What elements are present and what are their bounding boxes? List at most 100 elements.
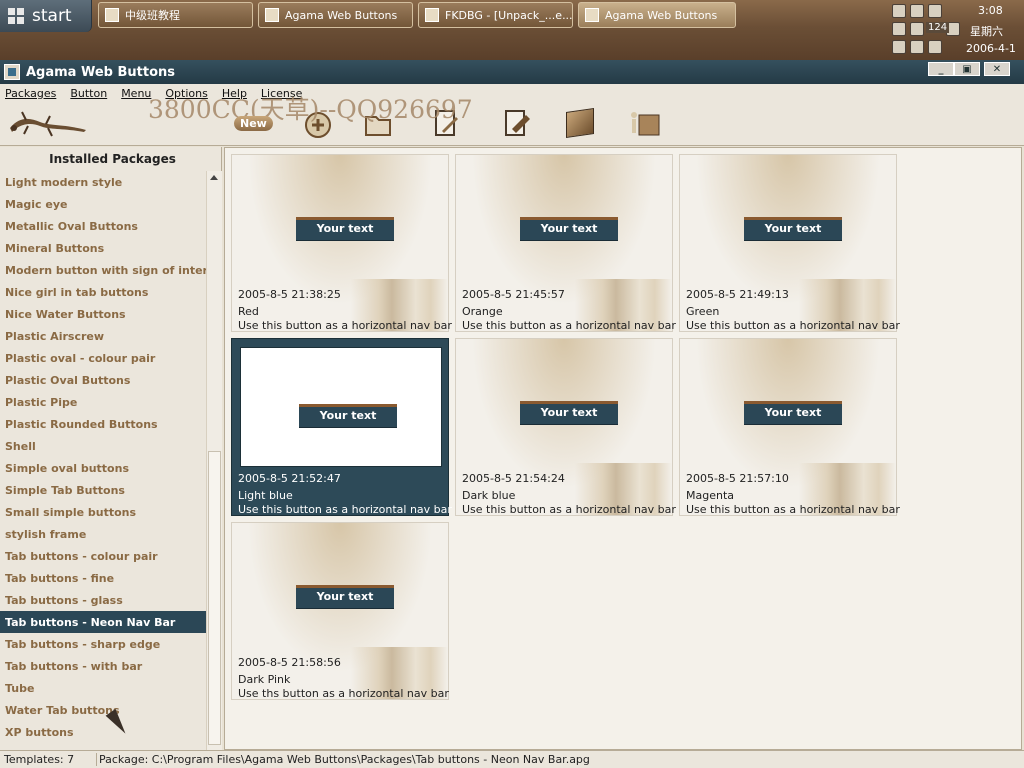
template-description: Use this button as a horizontal nav bar [462,319,676,332]
template-card[interactable]: Your text 2005-8-5 21:38:25 Red Use this bu… [231,154,452,332]
info-icon [631,112,660,136]
template-card[interactable]: Your text 2005-8-5 21:52:47 Light blue Use … [231,338,452,516]
package-list-item[interactable]: Tab buttons - Neon Nav Bar [0,611,206,633]
template-date: 2005-8-5 21:49:13 [686,288,789,301]
template-preview: Your text [238,529,442,647]
taskbar-item-agama-1[interactable]: Agama Web Buttons [258,2,413,28]
package-list-item[interactable]: stylish frame [0,523,206,545]
package-list-item[interactable]: Tab buttons - sharp edge [0,633,206,655]
package-list-item[interactable]: Metallic Oval Buttons [0,215,206,237]
window-title: Agama Web Buttons [26,64,176,80]
package-list-scrollbar[interactable] [206,171,222,750]
package-list-item[interactable]: Magic eye [0,193,206,215]
package-list-item[interactable]: Tab buttons - fine [0,567,206,589]
template-count: Templates: 7 [4,753,75,766]
package-list-item[interactable]: Plastic oval - colour pair [0,347,206,369]
volume-icon[interactable] [910,4,924,18]
taskbar-item-label: 中级班教程 [125,9,180,22]
taskbar-item-tutorial[interactable]: 中级班教程 [98,2,253,28]
panel-title: Installed Packages [49,152,176,166]
package-list-item[interactable]: Plastic Rounded Buttons [0,413,206,435]
package-list-item[interactable]: Shell [0,435,206,457]
package-list-item[interactable]: Light modern style [0,171,206,193]
toolbar-button-info[interactable] [626,106,662,140]
package-list-item[interactable]: Small simple buttons [0,501,206,523]
package-list-item[interactable]: Tab buttons - glass [0,589,206,611]
preview-button: Your text [299,404,397,428]
template-card[interactable]: Your text 2005-8-5 21:49:13 Green Use this … [679,154,900,332]
scrollbar-thumb[interactable] [208,451,221,745]
close-icon: ✕ [992,63,1002,75]
toolbar-button-package[interactable] [562,106,598,140]
window-titlebar: Agama Web Buttons [0,60,1024,84]
display-icon[interactable] [910,40,924,54]
template-description: Use ths button as a horizontal nav bar [238,687,449,700]
template-description: Use this button as a horizontal nav bar [686,319,900,332]
maximize-button[interactable]: ▣ [954,62,980,76]
status-bar: Templates: 7 Package: C:\Program Files\A… [0,750,1024,768]
security-icon[interactable] [928,4,942,18]
taskbar-item-label: Agama Web Buttons [285,8,398,22]
template-date: 2005-8-5 21:54:24 [462,472,565,485]
start-button[interactable]: start [0,0,92,32]
clock-date: 2006-4-1 [966,42,1016,55]
template-description: Use this button as a horizontal nav bar [686,503,900,516]
network-icon[interactable] [892,4,906,18]
package-list-item[interactable]: Plastic Airscrew [0,325,206,347]
package-list-item[interactable]: Tab buttons - colour pair [0,545,206,567]
package-list-item[interactable]: Modern button with sign of interrogation [0,259,206,281]
shield-icon[interactable] [928,40,942,54]
toolbar-button-properties[interactable] [498,106,534,140]
monitor-icon[interactable] [892,22,906,36]
minimize-icon: _ [938,63,944,75]
package-list-item[interactable]: Tube [0,677,206,699]
menu-button[interactable]: Button [70,87,113,100]
minimize-button[interactable]: _ [928,62,954,76]
windows-logo-icon [8,8,24,24]
package-list-item[interactable]: Plastic Oval Buttons [0,369,206,391]
template-card[interactable]: Your text 2005-8-5 21:45:57 Orange Use this… [455,154,676,332]
preview-button: Your text [296,585,394,609]
package-list-item[interactable]: XP buttons [0,721,206,743]
package-list-item[interactable]: Simple Tab Buttons [0,479,206,501]
tray-badge: 124 [926,22,950,33]
restore-icon: ▣ [962,63,972,75]
template-card[interactable]: Your text 2005-8-5 21:58:56 Dark Pink Use t… [231,522,449,700]
template-description: Use this button as a horizontal nav bar [238,319,452,332]
package-list-item[interactable]: Plastic Pipe [0,391,206,413]
preview-button: Your text [520,217,618,241]
preview-button: Your text [744,217,842,241]
template-date: 2005-8-5 21:45:57 [462,288,565,301]
template-name: Dark Pink [238,673,291,686]
template-card[interactable]: Your text 2005-8-5 21:54:24 Dark blue Use t… [455,338,676,516]
taskbar-item-fkdbg[interactable]: FKDBG - [Unpack_...e... [418,2,573,28]
preview-button: Your text [296,217,394,241]
taskbar-item-label: Agama Web Buttons [605,8,718,22]
taskbar-item-agama-2[interactable]: Agama Web Buttons [578,2,736,28]
menu-packages[interactable]: Packages [5,87,62,100]
template-date: 2005-8-5 21:58:56 [238,656,341,669]
home-icon[interactable] [910,22,924,36]
preview-button: Your text [744,401,842,425]
preview-button: Your text [520,401,618,425]
package-list-item[interactable]: Nice girl in tab buttons [0,281,206,303]
settings-icon[interactable] [892,40,906,54]
template-name: Red [238,305,259,318]
scroll-up-arrow-icon[interactable] [210,175,218,180]
package-list-item[interactable]: Nice Water Buttons [0,303,206,325]
template-card[interactable]: Your text 2005-8-5 21:57:10 Magenta Use thi… [679,338,900,516]
package-list-item[interactable]: Simple oval buttons [0,457,206,479]
app-icon [585,8,599,22]
new-label[interactable]: New [234,116,273,131]
template-name: Magenta [686,489,735,502]
lizard-logo-icon [10,111,86,137]
template-description: Use this button as a horizontal nav bar [238,503,452,516]
close-button[interactable]: ✕ [984,62,1010,76]
package-list-item[interactable]: Mineral Buttons [0,237,206,259]
template-date: 2005-8-5 21:38:25 [238,288,341,301]
template-preview: Your text [462,345,666,463]
package-list-item[interactable]: Tab buttons - with bar [0,655,206,677]
package-list-item[interactable]: Water Tab buttons [0,699,206,721]
template-preview: Your text [238,161,442,279]
clock-weekday: 星期六 [970,25,1003,38]
